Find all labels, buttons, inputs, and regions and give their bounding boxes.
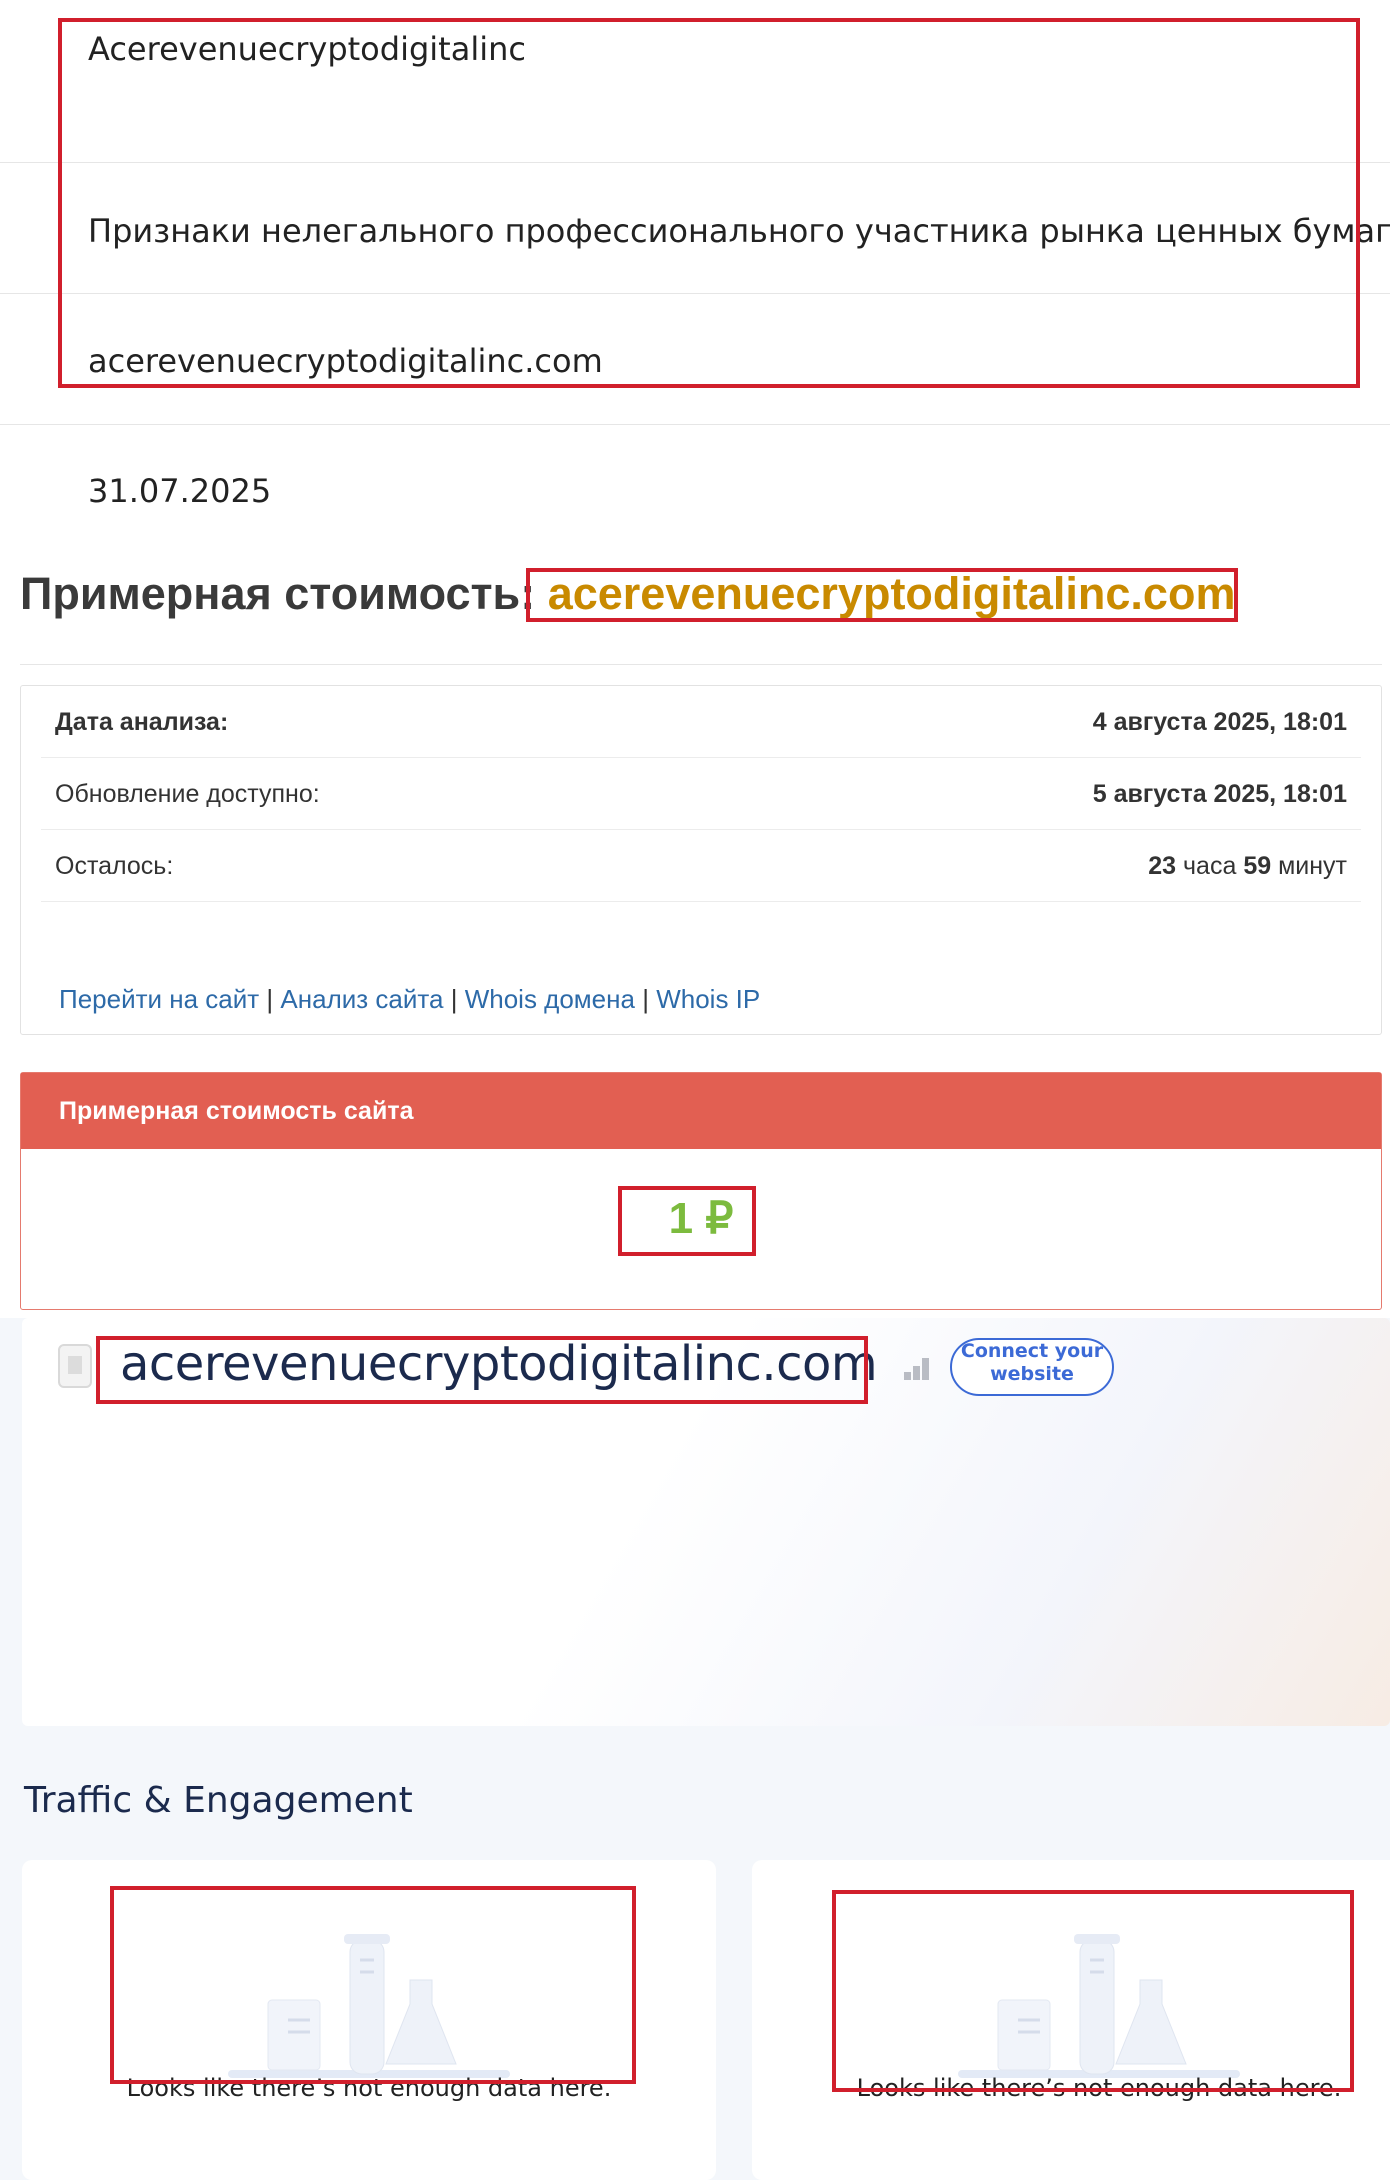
analysis-date-label: Дата анализа: [55, 708, 229, 736]
site-analysis-link[interactable]: Анализ сайта [280, 984, 443, 1014]
signal-bars-icon [904, 1358, 930, 1380]
violation-reason: Признаки нелегального профессионального … [88, 212, 1390, 250]
divider [0, 162, 1390, 163]
traffic-card-left: Looks like there’s not enough data here. [22, 1860, 716, 2180]
traffic-card-right: Looks like there’s not enough data here. [752, 1860, 1390, 2180]
site-cost-header: Примерная стоимость сайта [21, 1073, 1381, 1149]
link-separator: | [642, 984, 649, 1014]
valuation-domain: acerevenuecryptodigitalinc.com [547, 568, 1236, 619]
analysis-date-row: Дата анализа: 4 августа 2025, 18:01 [41, 686, 1361, 758]
time-left-label: Осталось: [55, 852, 174, 880]
update-available-row: Обновление доступно: 5 августа 2025, 18:… [41, 758, 1361, 830]
empty-data-illustration [958, 1934, 1240, 2078]
similarweb-domain: acerevenuecryptodigitalinc.com [120, 1336, 878, 1392]
minutes-word: минут [1278, 852, 1347, 880]
listing-date: 31.07.2025 [88, 472, 272, 510]
link-separator: | [266, 984, 274, 1014]
empty-data-message: Looks like there’s not enough data here. [856, 2074, 1342, 2102]
site-links: Перейти на сайт | Анализ сайта | Whois д… [59, 984, 760, 1015]
site-cost-panel: Примерная стоимость сайта 1 ₽ [20, 1072, 1382, 1310]
update-available-value: 5 августа 2025, 18:01 [1092, 780, 1347, 808]
empty-data-illustration [228, 1934, 510, 2078]
company-name: Acerevenuecryptodigitalinc [88, 30, 526, 68]
minutes-number: 59 [1243, 852, 1272, 880]
divider [0, 424, 1390, 425]
valuation-title: Примерная стоимость: acerevenuecryptodig… [20, 568, 1235, 620]
highlight-box [58, 18, 1360, 388]
go-to-site-link[interactable]: Перейти на сайт [59, 984, 259, 1014]
time-left-value: 23 часа 59 минут [1148, 852, 1347, 881]
empty-data-message: Looks like there’s not enough data here. [126, 2074, 612, 2102]
divider [0, 293, 1390, 294]
link-separator: | [450, 984, 458, 1014]
company-site: acerevenuecryptodigitalinc.com [88, 342, 603, 380]
valuation-title-prefix: Примерная стоимость: [20, 568, 536, 619]
whois-domain-link[interactable]: Whois домена [465, 984, 635, 1014]
favicon-placeholder-icon [58, 1344, 92, 1388]
traffic-engagement-title: Traffic & Engagement [24, 1780, 413, 1821]
analysis-date-value: 4 августа 2025, 18:01 [1092, 708, 1347, 736]
hours-word: часа [1183, 852, 1237, 880]
connect-website-button[interactable]: Connect your website [950, 1338, 1114, 1396]
update-available-label: Обновление доступно: [55, 780, 320, 808]
whois-ip-link[interactable]: Whois IP [656, 984, 760, 1014]
site-cost-value: 1 ₽ [668, 1194, 734, 1243]
analysis-info-panel: Дата анализа: 4 августа 2025, 18:01 Обно… [20, 685, 1382, 1035]
time-left-row: Осталось: 23 часа 59 минут [41, 830, 1361, 902]
divider [20, 664, 1382, 665]
hours-number: 23 [1148, 852, 1177, 880]
